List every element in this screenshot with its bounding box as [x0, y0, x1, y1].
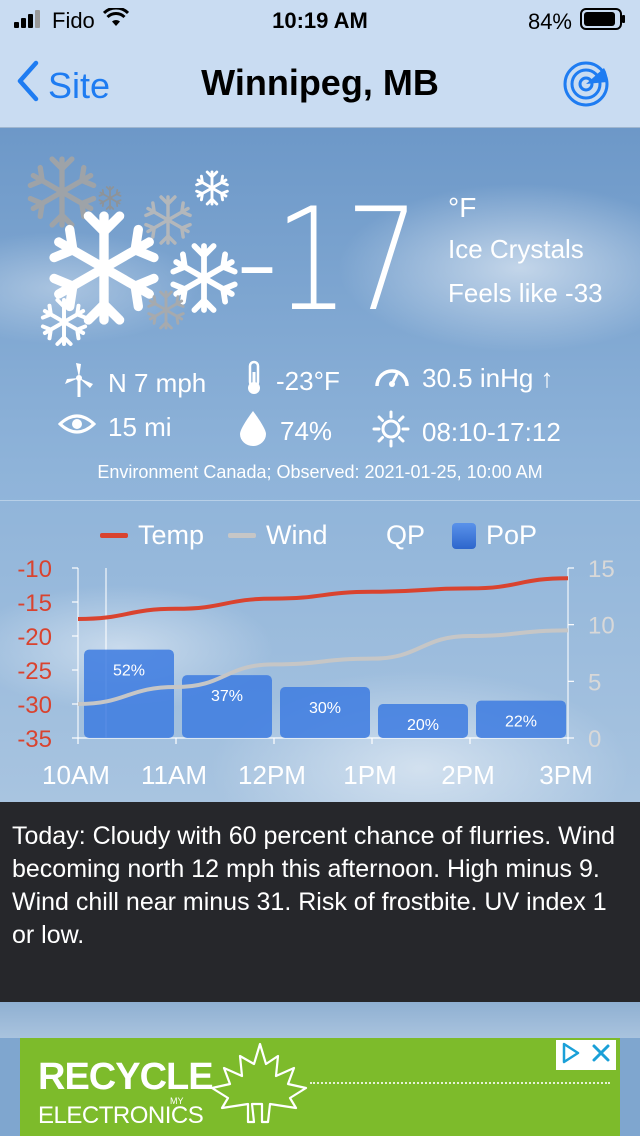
battery-info: 84%	[528, 8, 626, 36]
left-axis-tick-label: -35	[17, 726, 52, 753]
feels-like: Feels like -33	[448, 278, 603, 308]
right-axis-tick-label: 10	[588, 613, 615, 640]
observation-source: Environment Canada; Observed: 2021-01-25…	[97, 462, 543, 482]
gauge-icon	[374, 360, 410, 397]
pop-bar-label: 20%	[407, 717, 439, 734]
background-strip	[0, 1002, 640, 1038]
left-axis-tick-label: -25	[17, 658, 52, 685]
radar-button[interactable]	[562, 60, 610, 108]
right-axis-tick-label: 5	[588, 669, 601, 696]
eye-icon	[57, 412, 97, 443]
humidity-observation: 74%	[238, 410, 332, 453]
battery-icon	[580, 8, 626, 36]
humidity-value: 74%	[280, 416, 333, 446]
ad-tagline	[310, 1082, 610, 1090]
x-axis-tick-label: 11AM	[141, 760, 207, 790]
legend-qp-label: QP	[386, 520, 426, 550]
dewpoint-observation: -23°F	[244, 360, 340, 403]
wind-line-swatch	[228, 533, 256, 538]
sun-observation: 08:10-17:12	[372, 410, 561, 455]
legend-temp-label: Temp	[138, 520, 205, 550]
wind-observation: N 7 mph	[62, 362, 206, 405]
maple-leaf-icon	[210, 1042, 310, 1136]
legend-wind-label: Wind	[266, 520, 328, 550]
pressure-observation: 30.5 inHg ↑	[374, 360, 554, 397]
adchoices-icon[interactable]	[561, 1042, 581, 1069]
pressure-value: 30.5 inHg ↑	[422, 363, 554, 393]
wind-value: N 7 mph	[108, 368, 207, 398]
forecast-text: Today: Cloudy with 60 percent chance of …	[12, 822, 616, 949]
right-axis-tick-label: 0	[588, 726, 601, 753]
x-axis-tick-label: 10AM	[42, 760, 110, 790]
pop-bar-label: 30%	[309, 700, 341, 717]
x-axis-tick-label: 12PM	[238, 760, 306, 790]
left-axis-tick-label: -10	[17, 556, 52, 583]
current-temperature: -17	[236, 178, 420, 343]
wind-turbine-icon	[62, 362, 96, 405]
thermometer-icon	[244, 360, 264, 403]
ad-banner[interactable]: RECYCLE MY ELECTRONICS	[20, 1038, 620, 1136]
right-axis-tick-label: 15	[588, 556, 615, 583]
legend-pop-label: PoP	[486, 520, 538, 550]
visibility-value: 15 mi	[108, 412, 172, 442]
left-axis-tick-label: -30	[17, 692, 52, 719]
visibility-observation: 15 mi	[57, 412, 172, 443]
current-condition: Ice Crystals	[448, 234, 584, 264]
snowflake-icon	[22, 150, 242, 350]
x-axis-tick-label: 3PM	[539, 760, 592, 790]
ad-brand-line1: RECYCLE	[38, 1056, 214, 1098]
water-drop-icon	[238, 410, 268, 453]
sun-icon	[372, 410, 410, 455]
close-icon[interactable]	[591, 1043, 611, 1068]
ad-brand-line2: ELECTRONICS	[38, 1102, 204, 1129]
legend-qp: QP	[386, 520, 425, 551]
x-axis-tick-label: 2PM	[441, 760, 494, 790]
pop-bar-label: 52%	[113, 663, 145, 680]
pop-bar-label: 37%	[211, 688, 243, 705]
pop-bar-label: 22%	[505, 714, 537, 731]
temp-series-line	[77, 576, 569, 621]
forecast-text-panel: Today: Cloudy with 60 percent chance of …	[0, 802, 640, 1002]
x-axis-tick-label: 1PM	[343, 760, 396, 790]
hourly-forecast-chart: -10 -15 -20 -25 -30 -35 15 10 5 0 52% 37% 30% 20% 22% 1…	[17, 556, 615, 790]
legend-pop: PoP	[452, 520, 537, 551]
temperature-unit: °F	[448, 192, 477, 223]
dewpoint-value: -23°F	[276, 366, 340, 396]
page-title: Winnipeg, MB	[201, 62, 439, 103]
divider	[0, 500, 640, 501]
sunrise-sunset-value: 08:10-17:12	[422, 417, 561, 447]
legend-wind: Wind	[228, 520, 328, 551]
pop-bar-swatch	[452, 522, 476, 549]
temp-line-swatch	[100, 533, 128, 538]
left-axis-tick-label: -15	[17, 590, 52, 617]
navigation-bar: Site Winnipeg, MB	[0, 42, 640, 128]
ad-controls[interactable]	[556, 1040, 616, 1070]
left-axis-tick-label: -20	[17, 624, 52, 651]
radar-icon	[563, 61, 609, 107]
status-bar: Fido 10:19 AM 84%	[0, 0, 640, 42]
battery-percent: 84%	[527, 9, 572, 34]
legend-temp: Temp	[100, 520, 204, 551]
